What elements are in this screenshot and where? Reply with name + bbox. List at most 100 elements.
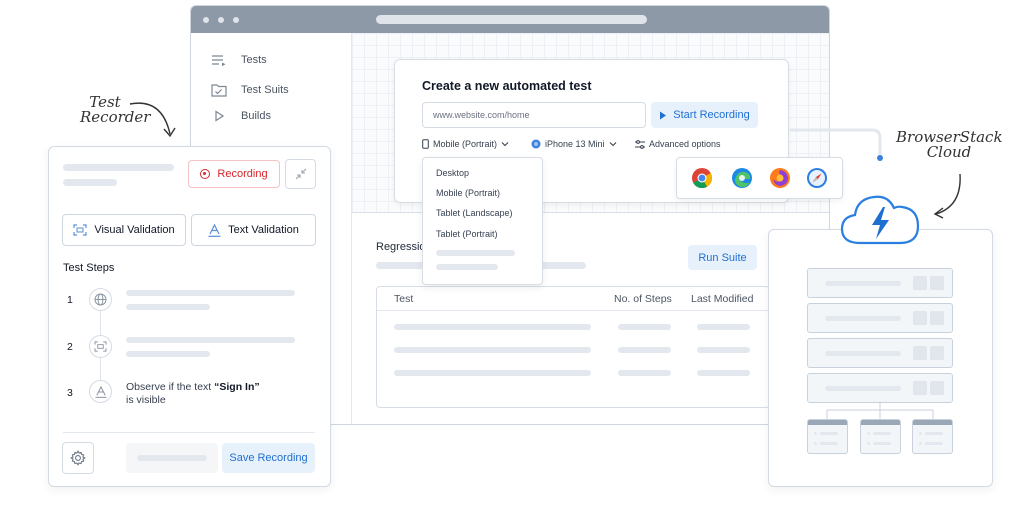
model-select[interactable]: iPhone 13 Mini (531, 137, 617, 151)
start-recording-label: Start Recording (673, 109, 750, 121)
dropdown-option-mobile-portrait[interactable]: Mobile (Portrait) (436, 188, 500, 198)
step-connector (100, 311, 101, 335)
column-header-test: Test (394, 293, 414, 305)
divider (63, 432, 315, 433)
chrome-icon[interactable] (691, 167, 713, 189)
server-line (825, 386, 901, 391)
placeholder-bar (63, 179, 117, 186)
chevron-down-icon (609, 142, 616, 147)
list-icon (212, 55, 226, 67)
address-bar[interactable] (376, 15, 647, 24)
node-dot (867, 432, 870, 435)
advanced-options[interactable]: Advanced options (635, 137, 721, 151)
dropdown-placeholder (436, 264, 498, 270)
edge-icon[interactable] (731, 167, 753, 189)
run-suite-label: Run Suite (698, 251, 747, 264)
server-rack (807, 303, 953, 333)
node-dot (814, 442, 817, 445)
sliders-icon (635, 139, 645, 149)
node-dot (867, 442, 870, 445)
sidebar-item-label: Test Suits (241, 84, 289, 96)
table-divider (377, 310, 769, 311)
node-line (873, 442, 891, 445)
save-recording-label: Save Recording (229, 452, 308, 464)
step-placeholder (126, 337, 295, 343)
server-light (930, 346, 944, 360)
table-row (697, 370, 750, 376)
test-steps-title: Test Steps (63, 262, 115, 274)
text-validation-label: Text Validation (228, 224, 299, 236)
step-connector (100, 357, 101, 380)
step-text: is visible (126, 394, 166, 406)
step-number: 1 (67, 294, 73, 306)
collapse-button[interactable] (285, 159, 316, 189)
network-node (912, 419, 953, 454)
phone-icon (422, 139, 429, 149)
node-header (913, 420, 952, 425)
server-light (930, 276, 944, 290)
sidebar-item-test-suits[interactable]: Test Suits (211, 81, 289, 99)
column-header-modified: Last Modified (691, 293, 754, 305)
create-test-title: Create a new automated test (422, 79, 592, 93)
window-dot (233, 17, 239, 23)
node-line (873, 432, 891, 435)
settings-button[interactable] (62, 442, 94, 474)
test-recorder-panel (48, 146, 331, 487)
dropdown-option-tablet-landscape[interactable]: Tablet (Landscape) (436, 208, 513, 218)
server-light (913, 381, 927, 395)
window-dot (218, 17, 224, 23)
arrow-icon (129, 102, 176, 138)
annotation-line: Recorder (80, 108, 151, 126)
table-row (394, 347, 591, 353)
annotation-test-recorder: Test Recorder (80, 95, 151, 126)
annotation-line: Cloud (926, 143, 972, 161)
safari-icon[interactable] (806, 167, 828, 189)
server-light (930, 311, 944, 325)
secondary-button[interactable] (126, 443, 218, 473)
globe-icon (94, 293, 107, 306)
server-line (825, 281, 901, 286)
scan-icon (73, 224, 87, 236)
firefox-icon[interactable] (769, 167, 791, 189)
node-line (820, 432, 838, 435)
server-light (930, 381, 944, 395)
node-dot (919, 432, 922, 435)
device-select[interactable]: Mobile (Portrait) (422, 137, 509, 151)
device-model-icon (531, 139, 541, 149)
sidebar-item-tests[interactable]: Tests (211, 51, 267, 69)
server-rack (807, 268, 953, 298)
record-icon (200, 169, 211, 179)
server-line (825, 351, 901, 356)
dropdown-option-desktop[interactable]: Desktop (436, 168, 469, 178)
placeholder-bar (137, 455, 207, 461)
scan-icon (94, 341, 107, 352)
play-icon (660, 111, 667, 119)
visual-validation-button[interactable]: Visual Validation (62, 214, 186, 246)
device-select-value: Mobile (Portrait) (433, 139, 498, 149)
save-recording-button[interactable]: Save Recording (222, 443, 315, 473)
step-number: 2 (67, 341, 73, 353)
text-validation-button[interactable]: Text Validation (191, 214, 316, 246)
url-input[interactable]: www.website.com/home (422, 102, 646, 128)
url-placeholder: www.website.com/home (433, 110, 530, 120)
collapse-icon (295, 168, 306, 180)
server-light (913, 276, 927, 290)
node-line (925, 432, 943, 435)
node-line (820, 442, 838, 445)
step-placeholder (126, 304, 210, 310)
dropdown-option-tablet-portrait[interactable]: Tablet (Portrait) (436, 229, 498, 239)
step-text: Observe if the text (126, 381, 215, 393)
step-placeholder (126, 351, 210, 357)
sidebar-item-builds[interactable]: Builds (211, 107, 271, 125)
table-row (394, 370, 591, 376)
annotation-browserstack-cloud: BrowserStack Cloud (896, 130, 1003, 161)
sidebar-item-label: Builds (241, 110, 271, 122)
network-lines (826, 403, 934, 420)
step-placeholder (126, 290, 295, 296)
step-icon-wrap (89, 380, 112, 403)
start-recording-button[interactable]: Start Recording (651, 102, 758, 128)
window-dot (203, 17, 209, 23)
run-suite-button[interactable]: Run Suite (688, 245, 757, 270)
step-3-text: Observe if the text “Sign In” is visible (126, 381, 260, 407)
recording-button[interactable]: Recording (188, 160, 280, 188)
